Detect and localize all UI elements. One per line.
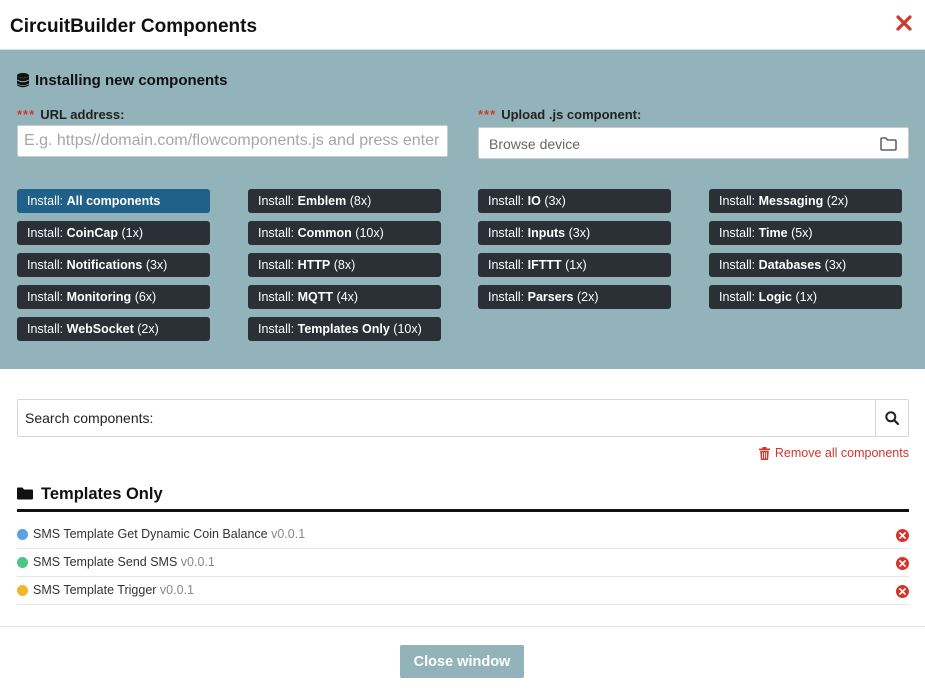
upload-label: *** Upload .js component: [478, 107, 641, 122]
install-io-button[interactable]: Install: IO (3x) [478, 189, 671, 213]
group-header: Templates Only [17, 484, 909, 512]
close-icon[interactable] [895, 14, 913, 32]
install-databases-button[interactable]: Install: Databases (3x) [709, 253, 902, 277]
component-version: v0.0.1 [159, 583, 194, 597]
upload-label-text: Upload .js component: [501, 107, 642, 122]
status-dot [17, 529, 28, 540]
url-label: *** URL address: [17, 107, 124, 122]
status-dot [17, 557, 28, 568]
component-name: SMS Template Trigger v0.0.1 [33, 583, 194, 597]
component-name: SMS Template Get Dynamic Coin Balance v0… [33, 527, 306, 541]
upload-placeholder: Browse device [489, 136, 581, 152]
component-name: SMS Template Send SMS v0.0.1 [33, 555, 215, 569]
component-version: v0.0.1 [271, 527, 306, 541]
search-button[interactable] [875, 400, 908, 436]
remove-all-components-link[interactable]: Remove all components [758, 446, 909, 460]
search-box [17, 399, 909, 437]
install-coincap-button[interactable]: Install: CoinCap (1x) [17, 221, 210, 245]
upload-input[interactable]: Browse device [478, 127, 909, 159]
install-emblem-button[interactable]: Install: Emblem (8x) [248, 189, 441, 213]
install-heading-text: Installing new components [35, 72, 228, 89]
install-templates-only-button[interactable]: Install: Templates Only (10x) [248, 317, 441, 341]
install-logic-button[interactable]: Install: Logic (1x) [709, 285, 902, 309]
install-time-button[interactable]: Install: Time (5x) [709, 221, 902, 245]
install-common-button[interactable]: Install: Common (10x) [248, 221, 441, 245]
window-header: CircuitBuilder Components [0, 0, 925, 50]
url-label-text: URL address: [40, 107, 125, 122]
required-mark: *** [478, 107, 497, 122]
component-row: SMS Template Trigger v0.0.1 [17, 577, 909, 605]
window-title: CircuitBuilder Components [10, 16, 258, 37]
component-version: v0.0.1 [180, 555, 215, 569]
folder-icon [880, 137, 897, 151]
search-input[interactable] [18, 400, 877, 436]
install-messaging-button[interactable]: Install: Messaging (2x) [709, 189, 902, 213]
remove-component-icon[interactable] [896, 557, 909, 570]
install-panel: Installing new components *** URL address… [0, 50, 925, 369]
install-notifications-button[interactable]: Install: Notifications (3x) [17, 253, 210, 277]
component-row: SMS Template Send SMS v0.0.1 [17, 549, 909, 577]
status-dot [17, 585, 28, 596]
remove-component-icon[interactable] [896, 529, 909, 542]
group-title: Templates Only [41, 485, 163, 503]
close-window-button[interactable]: Close window [400, 645, 524, 678]
folder-icon [17, 487, 33, 500]
install-parsers-button[interactable]: Install: Parsers (2x) [478, 285, 671, 309]
install-heading: Installing new components [17, 72, 228, 89]
install-all-components-button[interactable]: Install: All components [17, 189, 210, 213]
database-icon [17, 73, 29, 88]
install-ifttt-button[interactable]: Install: IFTTT (1x) [478, 253, 671, 277]
component-row: SMS Template Get Dynamic Coin Balance v0… [17, 521, 909, 549]
required-mark: *** [17, 107, 36, 122]
remove-component-icon[interactable] [896, 585, 909, 598]
url-input[interactable] [17, 125, 448, 157]
install-mqtt-button[interactable]: Install: MQTT (4x) [248, 285, 441, 309]
trash-icon [758, 446, 770, 460]
install-monitoring-button[interactable]: Install: Monitoring (6x) [17, 285, 210, 309]
install-inputs-button[interactable]: Install: Inputs (3x) [478, 221, 671, 245]
search-icon [885, 411, 899, 425]
remove-all-label: Remove all components [774, 446, 909, 460]
footer-divider [0, 626, 925, 627]
install-websocket-button[interactable]: Install: WebSocket (2x) [17, 317, 210, 341]
install-http-button[interactable]: Install: HTTP (8x) [248, 253, 441, 277]
